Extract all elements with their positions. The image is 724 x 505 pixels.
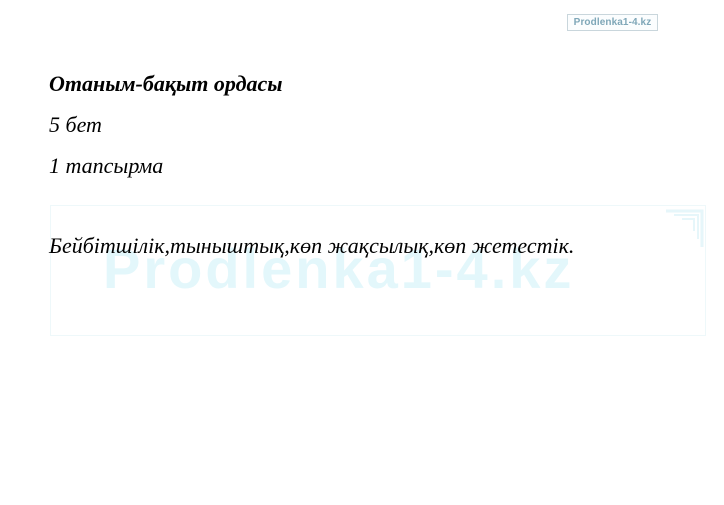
watermark-corner-icon bbox=[666, 209, 704, 247]
document-title: Отаным-бақыт ордасы bbox=[49, 71, 283, 96]
answer-text: Бейбітшілік,тыныштық,көп жақсылық,көп же… bbox=[49, 233, 575, 258]
page-reference: 5 бет bbox=[49, 112, 102, 137]
document-page: { "watermark": { "badge_text": "Prodlenk… bbox=[0, 0, 724, 505]
watermark-badge: Prodlenka1-4.kz bbox=[567, 14, 658, 31]
task-reference: 1 тапсырма bbox=[49, 153, 164, 178]
